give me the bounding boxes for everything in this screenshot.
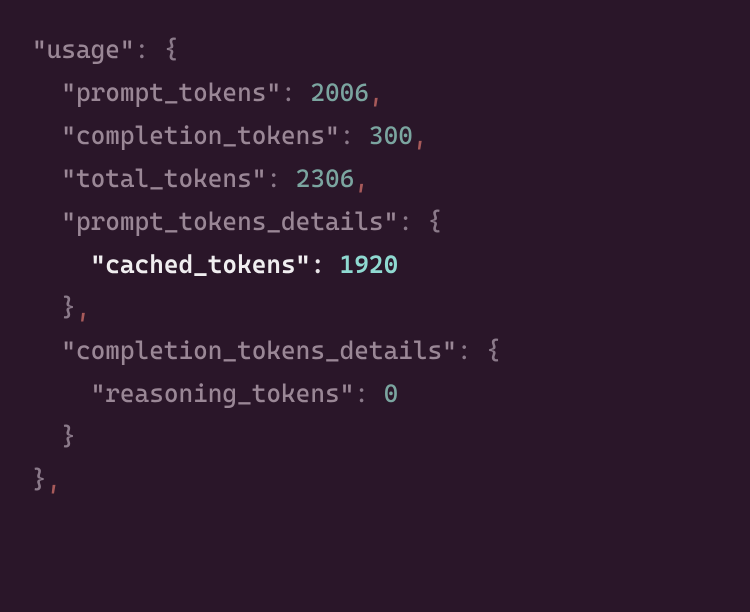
close-brace: } — [32, 465, 47, 494]
key-cached-tokens: "cached_tokens" — [91, 250, 311, 279]
comma: , — [47, 465, 62, 494]
colon: : — [266, 164, 295, 193]
open-brace: { — [164, 35, 179, 64]
colon: : — [354, 379, 383, 408]
colon: : — [340, 121, 369, 150]
value-prompt-tokens: 2006 — [310, 78, 369, 107]
open-brace: { — [486, 336, 501, 365]
comma: , — [76, 293, 91, 322]
code-block: "usage": { "prompt_tokens": 2006, "compl… — [32, 28, 718, 501]
comma: , — [369, 78, 384, 107]
comma: , — [354, 164, 369, 193]
key-reasoning-tokens: "reasoning_tokens" — [91, 379, 355, 408]
key-completion-tokens: "completion_tokens" — [61, 121, 339, 150]
colon: : — [135, 35, 164, 64]
value-reasoning-tokens: 0 — [384, 379, 399, 408]
key-prompt-tokens: "prompt_tokens" — [61, 78, 281, 107]
colon: : — [281, 78, 310, 107]
colon: : — [457, 336, 486, 365]
close-brace: } — [61, 422, 76, 451]
key-completion-tokens-details: "completion_tokens_details" — [61, 336, 457, 365]
key-total-tokens: "total_tokens" — [61, 164, 266, 193]
key-prompt-tokens-details: "prompt_tokens_details" — [61, 207, 398, 236]
colon: : — [398, 207, 427, 236]
value-cached-tokens: 1920 — [340, 250, 399, 279]
colon: : — [310, 250, 339, 279]
value-completion-tokens: 300 — [369, 121, 413, 150]
open-brace: { — [428, 207, 443, 236]
comma: , — [413, 121, 428, 150]
key-usage: "usage" — [32, 35, 135, 64]
value-total-tokens: 2306 — [296, 164, 355, 193]
close-brace: } — [61, 293, 76, 322]
